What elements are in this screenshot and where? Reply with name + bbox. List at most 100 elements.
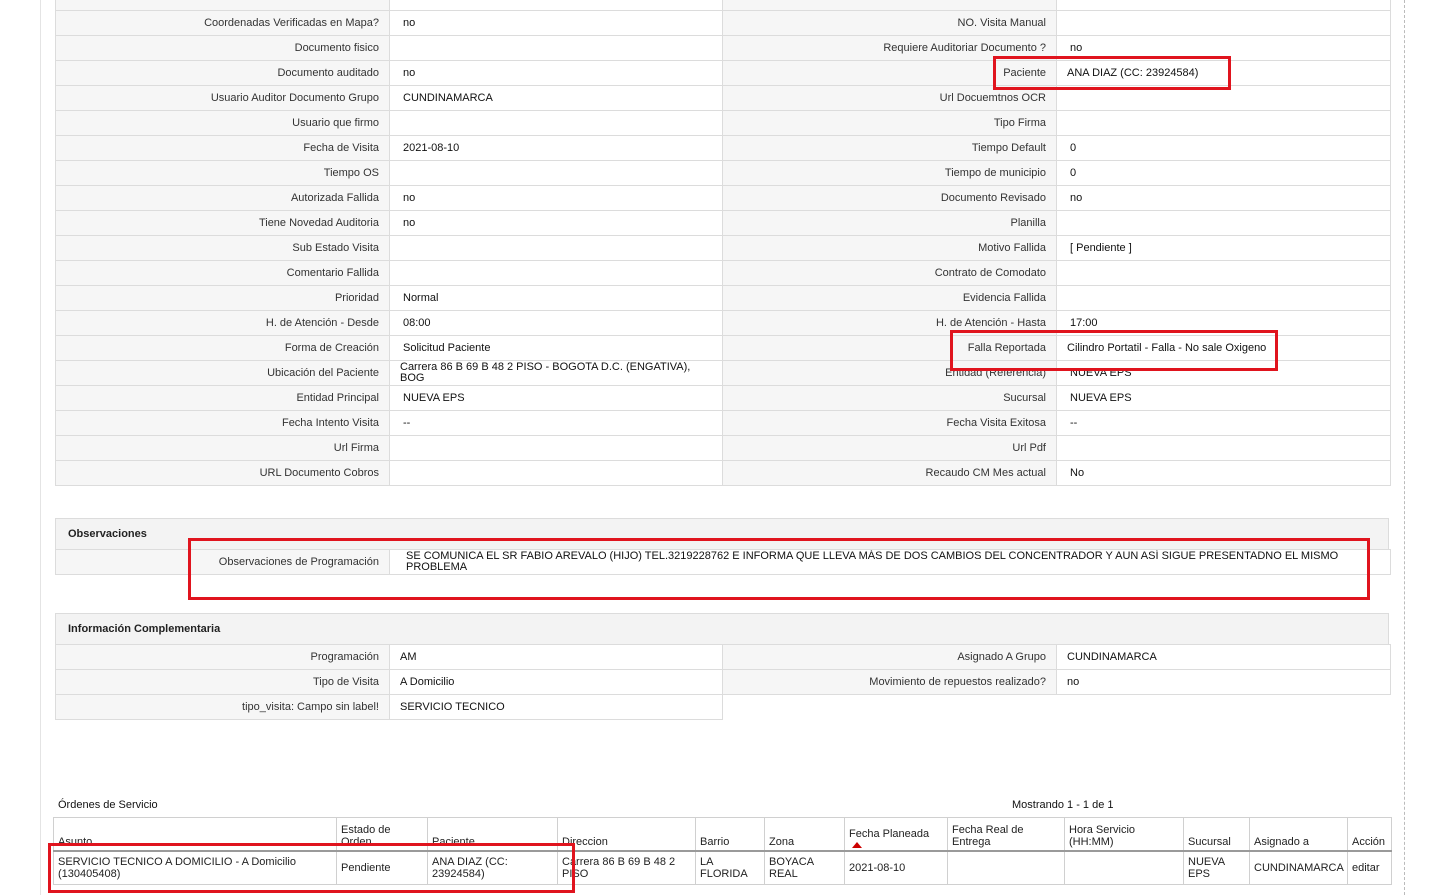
detail-row: Usuario que firmo Tipo Firma [55, 110, 1391, 136]
column-header-label: Zona [769, 836, 795, 848]
cell-direccion: Carrera 86 B 69 B 48 2 PISO [557, 850, 696, 885]
cell-accion: editar [1347, 850, 1392, 885]
field-label-contrato-de-comodato: Contrato de Comodato [722, 260, 1057, 286]
empty-cell [723, 695, 1057, 720]
observaciones-title: Observaciones [55, 518, 1389, 549]
field-value-comentario-fallida [389, 260, 723, 286]
detail-row: Documento fisico Requiere Auditoriar Docu… [55, 35, 1391, 61]
detail-row: Sub Estado Visita Motivo Fallida[ Pendien… [55, 235, 1391, 261]
detail-row: Documento auditado no Paciente ANA DIAZ (CC… [55, 60, 1391, 86]
field-label-tiempo-os: Tiempo OS [55, 160, 390, 186]
field-label-programacion: Programación [55, 644, 390, 670]
cell-asunto: SERVICIO TECNICO A DOMICILIO - A Domicil… [53, 850, 337, 885]
field-label-h-de-atencion-desde: H. de Atención - Desde [55, 310, 390, 336]
field-value-contrato-de-comodato [1056, 260, 1391, 286]
field-value-fecha-visita-exitosa: -- [1056, 410, 1391, 436]
field-value-forma-de-creacion: Solicitud Paciente [389, 335, 723, 361]
field-value-h-de-atencion-hasta: 17:00 [1056, 310, 1391, 336]
field-value-evidencia-fallida [1056, 285, 1391, 311]
field-value-paciente: ANA DIAZ (CC: 23924584) [1056, 60, 1391, 86]
field-value-tipo-visita-campo-sin-label: SERVICIO TECNICO [389, 694, 723, 720]
field-value-usuario-que-firmo [389, 110, 723, 136]
column-header-label: Sucursal [1188, 836, 1231, 848]
field-label-forma-de-creacion: Forma de Creación [55, 335, 390, 361]
field-value-tipo-de-visita: A Domicilio [389, 669, 723, 695]
field-value-url-firma [389, 435, 723, 461]
field-value-documento-revisado: no [1056, 185, 1391, 211]
column-header-label: Paciente [432, 836, 475, 848]
column-header-sucursal[interactable]: Sucursal [1183, 817, 1250, 852]
cell-hora-servicio-hh-mm [1064, 850, 1184, 885]
detail-row: Comentario Fallida Contrato de Comodato [55, 260, 1391, 286]
column-header-asunto[interactable]: Asunto [53, 817, 337, 852]
field-label-entidad-referencia: Entidad (Referencia) [722, 360, 1057, 386]
column-header-direccion[interactable]: Direccion [557, 817, 696, 852]
detail-row: Tiempo OS Tiempo de municipio 0 [55, 160, 1391, 186]
observaciones-label: Observaciones de Programación [55, 549, 390, 575]
ordenes-title: Órdenes de Servicio [58, 799, 158, 811]
info-complementaria-title: Información Complementaria [55, 613, 1389, 644]
column-header-fecha-real-de-entrega[interactable]: Fecha Real de Entrega [947, 817, 1065, 852]
info-row: Programación AM Asignado A Grupo CUNDINAMAR… [55, 644, 1391, 670]
field-label-documento-auditado: Documento auditado [55, 60, 390, 86]
field-value-url-docuemtnos-ocr [1056, 85, 1391, 111]
field-value-autorizada-fallida: no [389, 185, 723, 211]
cell-sucursal: NUEVA EPS [1183, 850, 1250, 885]
cell-fecha-real-de-entrega [947, 850, 1065, 885]
detail-row: Autorizada Fallida no Documento Revisado no [55, 185, 1391, 211]
main-detail-grid: Coordenadas Verificadas en Mapa? no NO. Vi… [55, 10, 1391, 486]
field-label-usuario-que-firmo: Usuario que firmo [55, 110, 390, 136]
field-label-url-pdf: Url Pdf [722, 435, 1057, 461]
column-header-barrio[interactable]: Barrio [695, 817, 765, 852]
detail-row: Entidad Principal NUEVA EPS Sucursal NUEVA … [55, 385, 1391, 411]
column-header-paciente[interactable]: Paciente [427, 817, 558, 852]
field-label-tiempo-de-municipio: Tiempo de municipio [722, 160, 1057, 186]
field-label-paciente: Paciente [722, 60, 1057, 86]
field-label-requiere-auditoriar-documento: Requiere Auditoriar Documento ? [722, 35, 1057, 61]
table-row: SERVICIO TECNICO A DOMICILIO - A Domicil… [53, 850, 1392, 885]
detail-row: Fecha de Visita 2021-08-10 Tiempo Default 0 [55, 135, 1391, 161]
field-label-autorizada-fallida: Autorizada Fallida [55, 185, 390, 211]
detail-row: URL Documento Cobros Recaudo CM Mes actua… [55, 460, 1391, 486]
detail-row: H. de Atención - Desde 08:00 H. de Atenció… [55, 310, 1391, 336]
field-label-url-documento-cobros: URL Documento Cobros [55, 460, 390, 486]
observaciones-section: Observaciones Observaciones de Programac… [55, 518, 1391, 575]
observaciones-grid: Observaciones de Programación SE COMUNIC… [55, 549, 1391, 575]
field-label-recaudo-cm-mes-actual: Recaudo CM Mes actual [722, 460, 1057, 486]
detail-row: Prioridad Normal Evidencia Fallida [55, 285, 1391, 311]
column-header-asignado-a[interactable]: Asignado a [1249, 817, 1348, 852]
edit-link[interactable]: editar [1352, 862, 1380, 874]
field-label-no-visita-manual: NO. Visita Manual [722, 10, 1057, 36]
observaciones-value: SE COMUNICA EL SR FABIO AREVALO (HIJO) T… [389, 549, 1391, 575]
field-label-prioridad: Prioridad [55, 285, 390, 311]
field-value-asignado-a-grupo: CUNDINAMARCA [1056, 644, 1391, 670]
cell-barrio: LA FLORIDA [695, 850, 765, 885]
column-header-zona[interactable]: Zona [764, 817, 845, 852]
cell-fecha-planeada: 2021-08-10 [844, 850, 948, 885]
field-value-no-visita-manual [1056, 10, 1391, 36]
field-label-sucursal: Sucursal [722, 385, 1057, 411]
cell-paciente: ANA DIAZ (CC: 23924584) [427, 850, 558, 885]
column-header-label: Barrio [700, 836, 730, 848]
column-header-accion[interactable]: Acción [1347, 817, 1392, 852]
field-label-tipo-visita-campo-sin-label: tipo_visita: Campo sin label! [55, 694, 390, 720]
field-label-planilla: Planilla [722, 210, 1057, 236]
column-header-estado-de-orden[interactable]: Estado de Orden [336, 817, 428, 852]
sort-ascending-icon[interactable] [852, 842, 862, 848]
field-value-coordenadas-verificadas-en-mapa: no [389, 10, 723, 36]
field-value-documento-auditado: no [389, 60, 723, 86]
field-label-entidad-principal: Entidad Principal [55, 385, 390, 411]
field-label-documento-revisado: Documento Revisado [722, 185, 1057, 211]
field-value-url-documento-cobros [389, 460, 723, 486]
info-complementaria-grid: Programación AM Asignado A Grupo CUNDINAMAR… [55, 644, 1391, 720]
column-header-hora-servicio-hh-mm[interactable]: Hora Servicio (HH:MM) [1064, 817, 1184, 852]
column-header-fecha-planeada[interactable]: Fecha Planeada [844, 817, 948, 852]
cell-zona: BOYACA REAL [764, 850, 845, 885]
field-label-url-firma: Url Firma [55, 435, 390, 461]
field-label-fecha-visita-exitosa: Fecha Visita Exitosa [722, 410, 1057, 436]
detail-row: Usuario Auditor Documento Grupo CUNDINAMA… [55, 85, 1391, 111]
field-value-requiere-auditoriar-documento: no [1056, 35, 1391, 61]
field-value-usuario-auditor-documento-grupo: CUNDINAMARCA [389, 85, 723, 111]
ordenes-table: Asunto Estado de Orden Paciente Direccion Ba… [53, 817, 1392, 885]
field-value-sub-estado-visita [389, 235, 723, 261]
